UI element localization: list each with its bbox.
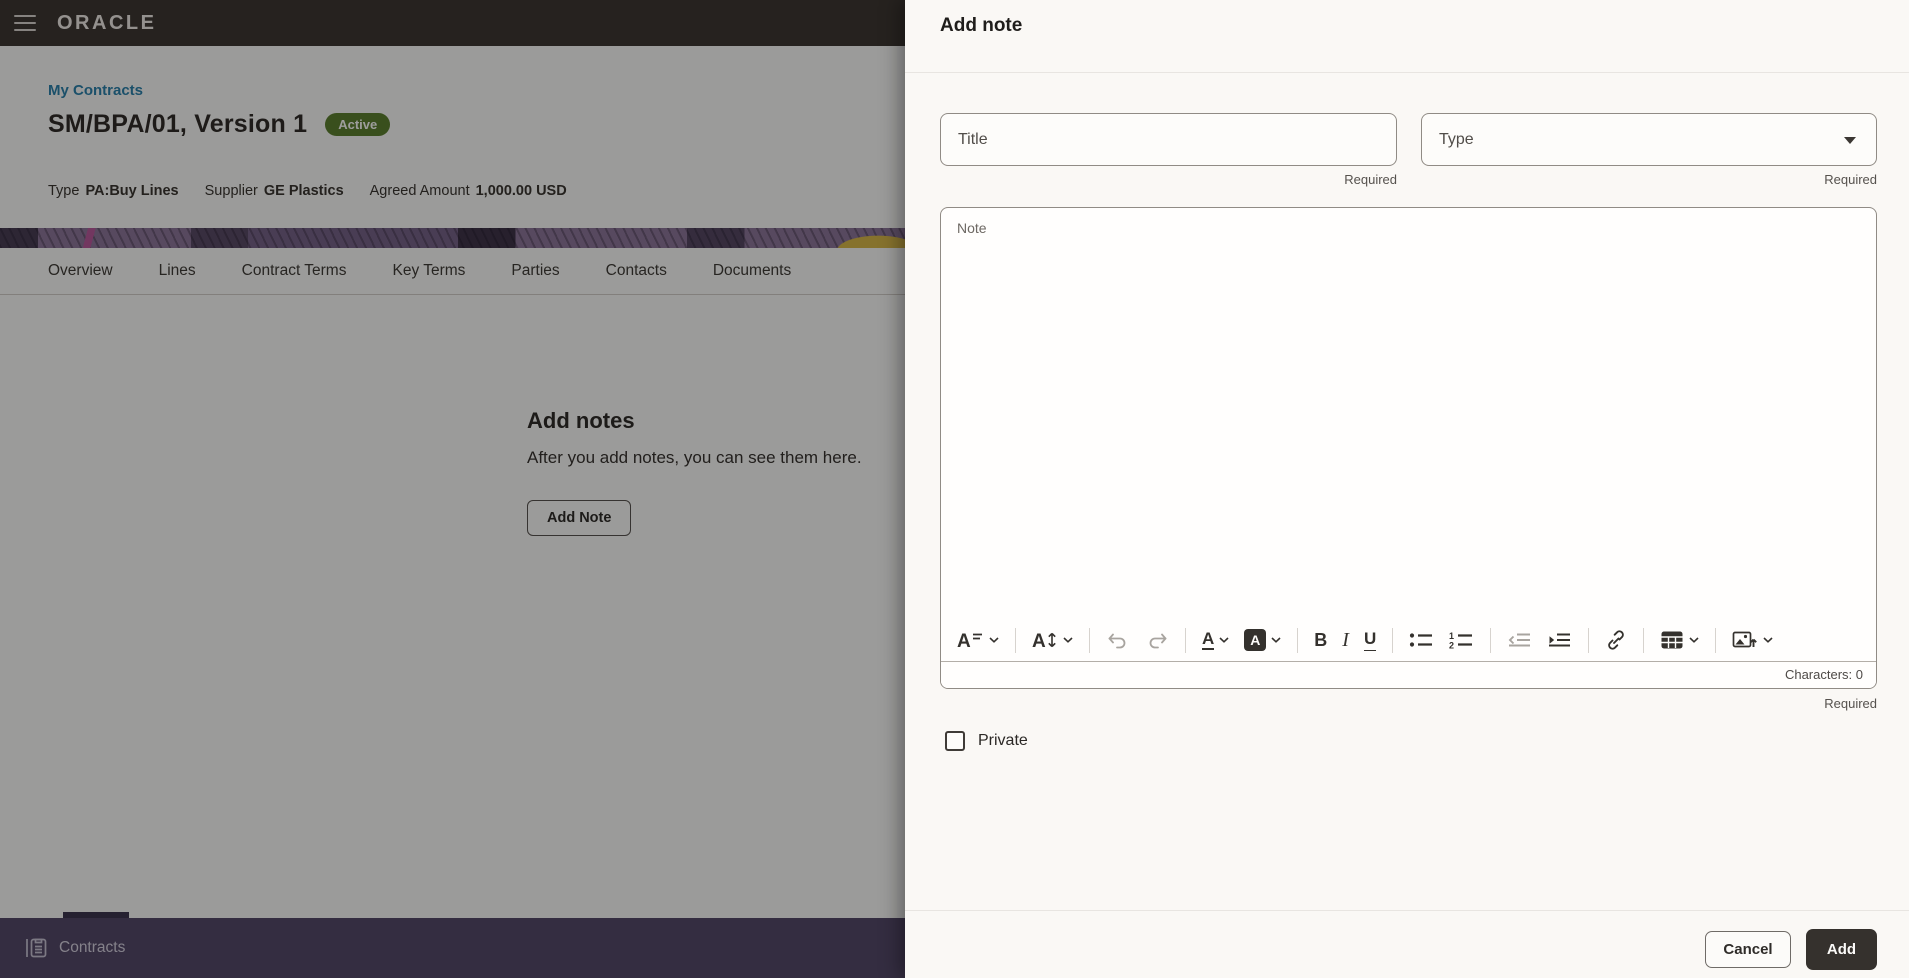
bulleted-list-icon[interactable] bbox=[1406, 629, 1437, 651]
redo-icon[interactable] bbox=[1142, 629, 1172, 651]
note-rich-text-editor: Note A A bbox=[940, 207, 1877, 689]
bold-icon[interactable]: B bbox=[1311, 629, 1330, 651]
toolbar-divider bbox=[1392, 628, 1393, 653]
font-color-icon[interactable]: A bbox=[1199, 628, 1232, 652]
toolbar-divider bbox=[1089, 628, 1090, 653]
indent-icon[interactable] bbox=[1544, 629, 1575, 651]
svg-text:A: A bbox=[957, 631, 971, 650]
insert-image-icon[interactable] bbox=[1729, 628, 1776, 652]
svg-text:2: 2 bbox=[1449, 641, 1454, 650]
toolbar-divider bbox=[1015, 628, 1016, 653]
underline-icon[interactable]: U bbox=[1361, 627, 1379, 653]
undo-icon[interactable] bbox=[1103, 629, 1133, 651]
note-type-placeholder: Type bbox=[1439, 131, 1474, 149]
italic-icon[interactable]: I bbox=[1339, 628, 1352, 652]
insert-table-icon[interactable] bbox=[1657, 628, 1702, 652]
editor-toolbar: A A bbox=[941, 619, 1876, 661]
svg-text:1: 1 bbox=[1449, 631, 1454, 641]
type-required-hint: Required bbox=[1421, 172, 1877, 187]
cancel-button[interactable]: Cancel bbox=[1705, 931, 1791, 968]
highlight-color-icon[interactable]: A bbox=[1241, 627, 1284, 653]
chevron-down-icon bbox=[1689, 637, 1699, 643]
chevron-down-icon bbox=[989, 637, 999, 643]
note-type-select[interactable]: Type bbox=[1421, 113, 1877, 166]
note-title-input[interactable] bbox=[940, 113, 1397, 166]
toolbar-divider bbox=[1643, 628, 1644, 653]
chevron-down-icon bbox=[1271, 637, 1281, 643]
drawer-footer-divider bbox=[905, 910, 1909, 911]
drawer-title: Add note bbox=[940, 15, 1022, 37]
add-button[interactable]: Add bbox=[1806, 929, 1877, 970]
toolbar-divider bbox=[1297, 628, 1298, 653]
toolbar-divider bbox=[1185, 628, 1186, 653]
chevron-down-icon bbox=[1763, 637, 1773, 643]
character-count: Characters: 0 bbox=[941, 661, 1876, 688]
note-editor-content[interactable]: Note bbox=[941, 208, 1876, 619]
toolbar-divider bbox=[1490, 628, 1491, 653]
svg-text:A: A bbox=[1032, 631, 1046, 650]
chevron-down-icon bbox=[1219, 637, 1229, 643]
dropdown-caret-icon bbox=[1844, 137, 1856, 144]
font-size-icon[interactable]: A bbox=[1029, 628, 1076, 652]
chevron-down-icon bbox=[1063, 637, 1073, 643]
toolbar-divider bbox=[1715, 628, 1716, 653]
insert-link-icon[interactable] bbox=[1602, 628, 1630, 652]
toolbar-divider bbox=[1588, 628, 1589, 653]
drawer-header-divider bbox=[905, 72, 1909, 73]
private-checkbox-label[interactable]: Private bbox=[978, 732, 1028, 750]
screen: ORACLE My Contracts SM/BPA/01, Version 1… bbox=[0, 0, 1909, 978]
paragraph-format-icon[interactable]: A bbox=[953, 628, 1002, 652]
add-note-drawer: Add note Required Type Required Note A bbox=[905, 0, 1909, 978]
private-checkbox[interactable] bbox=[945, 731, 965, 751]
title-required-hint: Required bbox=[940, 172, 1397, 187]
outdent-icon[interactable] bbox=[1504, 629, 1535, 651]
private-checkbox-row: Private bbox=[945, 731, 1028, 751]
numbered-list-icon[interactable]: 1 2 bbox=[1446, 629, 1477, 651]
note-required-hint: Required bbox=[940, 696, 1877, 711]
